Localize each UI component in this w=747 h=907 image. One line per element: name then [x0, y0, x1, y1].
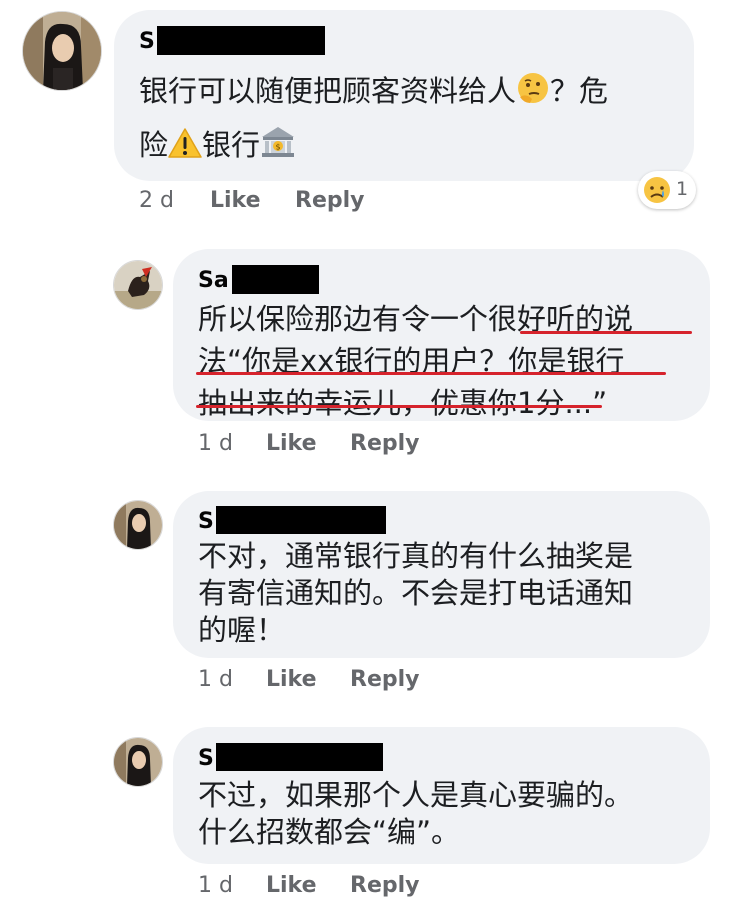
bank-icon: $	[262, 127, 295, 157]
highlight-underline	[196, 405, 602, 408]
commenter-name[interactable]: S	[139, 29, 155, 54]
commenter-name[interactable]: S	[198, 509, 214, 534]
like-button[interactable]: Like	[266, 667, 317, 692]
profile-photo	[23, 12, 101, 90]
warning-icon	[168, 128, 202, 158]
reaction-count: 1	[676, 178, 689, 200]
thinking-face-icon	[518, 73, 549, 103]
comment-text-line2: 险银行 $	[139, 122, 296, 168]
profile-photo	[114, 738, 162, 786]
reply-button[interactable]: Reply	[295, 188, 365, 213]
like-button[interactable]: Like	[266, 431, 317, 456]
like-button[interactable]: Like	[266, 873, 317, 898]
timestamp[interactable]: 1 d	[198, 667, 233, 692]
highlight-underline	[520, 331, 692, 334]
avatar[interactable]	[113, 737, 163, 787]
profile-photo	[114, 261, 162, 309]
comment-text-line2: 什么招数都会“编”。	[198, 815, 461, 849]
highlight-underline	[196, 372, 666, 375]
timestamp[interactable]: 2 d	[139, 188, 174, 213]
comment-text-line3: 抽出来的幸运儿，优惠你1分...”	[198, 386, 608, 420]
reaction-badge[interactable]: 1	[638, 171, 696, 209]
reply-button[interactable]: Reply	[350, 873, 420, 898]
profile-photo	[114, 501, 162, 549]
timestamp[interactable]: 1 d	[198, 873, 233, 898]
avatar[interactable]	[113, 500, 163, 550]
avatar[interactable]	[22, 11, 102, 91]
redacted-name	[216, 743, 383, 771]
redacted-name	[157, 26, 325, 55]
timestamp[interactable]: 1 d	[198, 431, 233, 456]
reply-button[interactable]: Reply	[350, 431, 420, 456]
comment-text-line2: 法“你是xx银行的用户？你是银行	[198, 344, 625, 378]
redacted-name	[216, 506, 386, 534]
commenter-name[interactable]: S	[198, 746, 214, 771]
commenter-name[interactable]: Sa	[198, 268, 229, 293]
comment-text-line3: 的喔！	[198, 613, 286, 647]
comment-text: 银行可以随便把顾客资料给人 ？危	[139, 68, 608, 114]
sad-face-icon	[644, 177, 670, 203]
avatar[interactable]	[113, 260, 163, 310]
svg-text:$: $	[275, 143, 280, 152]
like-button[interactable]: Like	[210, 188, 261, 213]
reply-button[interactable]: Reply	[350, 667, 420, 692]
redacted-name	[232, 265, 319, 294]
comment-text-line1: 所以保险那边有令一个很好听的说	[198, 302, 634, 336]
